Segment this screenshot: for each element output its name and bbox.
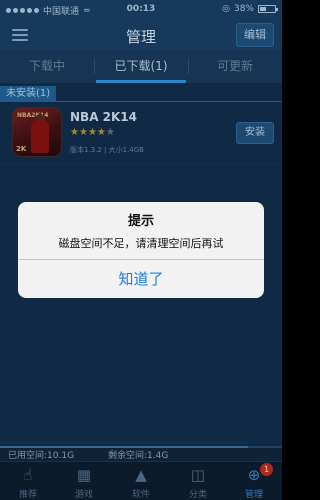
alert-title: 提示 [127,214,154,229]
alert-message: 磁盘空间不足，请清理空间后再试 [58,237,224,250]
alert-ok-button[interactable]: 知道了 [18,260,264,298]
alert-dialog: 提示 磁盘空间不足，请清理空间后再试 知道了 [18,202,264,298]
